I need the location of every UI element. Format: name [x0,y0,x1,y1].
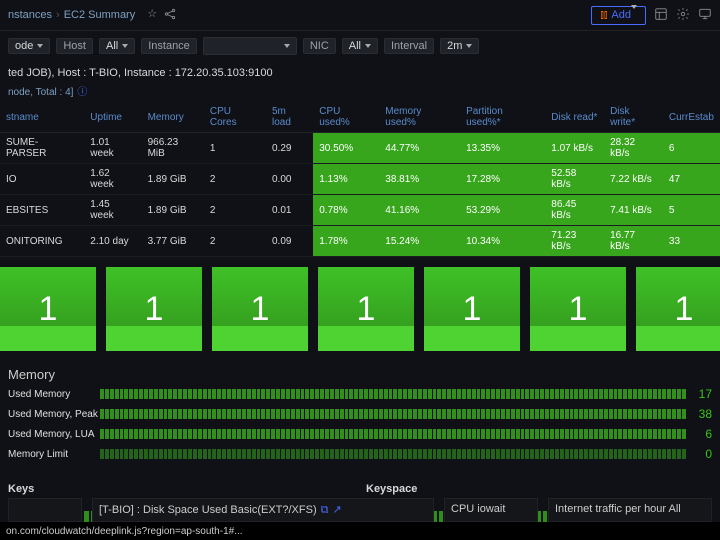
disk-panel-title[interactable]: [T-BIO] : Disk Space Used Basic(EXT?/XFS… [92,498,434,522]
external-link-icon: ↗ [332,504,341,516]
table-row[interactable]: IO1.62 week1.89 GiB20.001.13%38.81%17.28… [0,164,720,195]
row-header[interactable]: node, Total : 4]ⓘ [0,81,720,102]
col-header[interactable]: stname [0,102,84,133]
col-header[interactable]: Memory [142,102,204,133]
keys-title: Keys [8,483,354,495]
dashboard-icon[interactable] [654,7,668,24]
table-row[interactable]: SUME-PARSER1.01 week966.23 MiB10.2930.50… [0,133,720,164]
count-card[interactable]: 1 [530,267,626,351]
col-header[interactable]: Disk write* [604,102,663,133]
info-icon[interactable]: ⓘ [77,87,87,98]
traffic-panel-title[interactable]: Internet traffic per hour All [548,498,712,522]
col-header[interactable]: CPU used% [313,102,379,133]
filter-bar: ode Host All Instance NIC All Interval 2… [0,31,720,61]
node-select[interactable]: ode [8,38,50,54]
table-row[interactable]: EBSITES1.45 week1.89 GiB20.010.78%41.16%… [0,195,720,226]
col-header[interactable]: 5m load [266,102,313,133]
col-header[interactable]: Partition used%* [460,102,545,133]
memory-row: Memory Limit0 [8,446,712,462]
count-card[interactable]: 1 [212,267,308,351]
status-bar: on.com/cloudwatch/deeplink.js?region=ap-… [0,522,720,540]
memory-title: Memory [8,367,712,382]
monitor-icon[interactable] [698,7,712,24]
instances-table: stnameUptimeMemoryCPU Cores5m loadCPU us… [0,102,720,257]
cpu-iowait-title[interactable]: CPU iowait [444,498,538,522]
memory-panel: Memory Used Memory17 Used Memory, Peak38 U… [0,361,720,468]
copy-icon: ⧉ [321,504,329,516]
card-row: 11111111 [0,257,720,361]
instance-select[interactable] [203,37,297,55]
instance-label: Instance [141,38,197,54]
top-bar: nstances›EC2 Summary ☆ ⫾⫾Add [0,0,720,31]
star-icon[interactable]: ☆ [147,7,157,24]
table-header-row: stnameUptimeMemoryCPU Cores5m loadCPU us… [0,102,720,133]
col-header[interactable]: Disk read* [545,102,604,133]
share-icon[interactable] [163,7,177,24]
chevron-down-icon [631,5,637,21]
interval-select[interactable]: 2m [440,38,479,54]
host-label: Host [56,38,93,54]
interval-label: Interval [384,38,434,54]
memory-row: Used Memory, LUA6 [8,426,712,442]
table-row[interactable]: ONITORING2.10 day3.77 GiB20.091.78%15.24… [0,226,720,257]
col-header[interactable]: CPU Cores [204,102,266,133]
count-card[interactable]: 1 [106,267,202,351]
host-select[interactable]: All [99,38,135,54]
count-card[interactable]: 1 [318,267,414,351]
gear-icon[interactable] [676,7,690,24]
nic-select[interactable]: All [342,38,378,54]
col-header[interactable]: Uptime [84,102,141,133]
col-header[interactable]: CurrEstab [663,102,720,133]
count-card[interactable]: 1 [0,267,96,351]
memory-row: Used Memory, Peak38 [8,406,712,422]
nic-label: NIC [303,38,336,54]
count-card[interactable]: 1 [636,267,720,351]
add-button[interactable]: ⫾⫾Add [591,6,646,25]
count-card[interactable]: 1 [424,267,520,351]
memory-row: Used Memory17 [8,386,712,402]
panel-stub[interactable] [8,498,82,522]
breadcrumb[interactable]: nstances›EC2 Summary [8,9,135,21]
page-title: ted JOB), Host : T-BIO, Instance : 172.2… [0,61,720,81]
chevron-down-icon [37,44,43,48]
keyspace-title: Keyspace [366,483,712,495]
col-header[interactable]: Memory used% [379,102,460,133]
